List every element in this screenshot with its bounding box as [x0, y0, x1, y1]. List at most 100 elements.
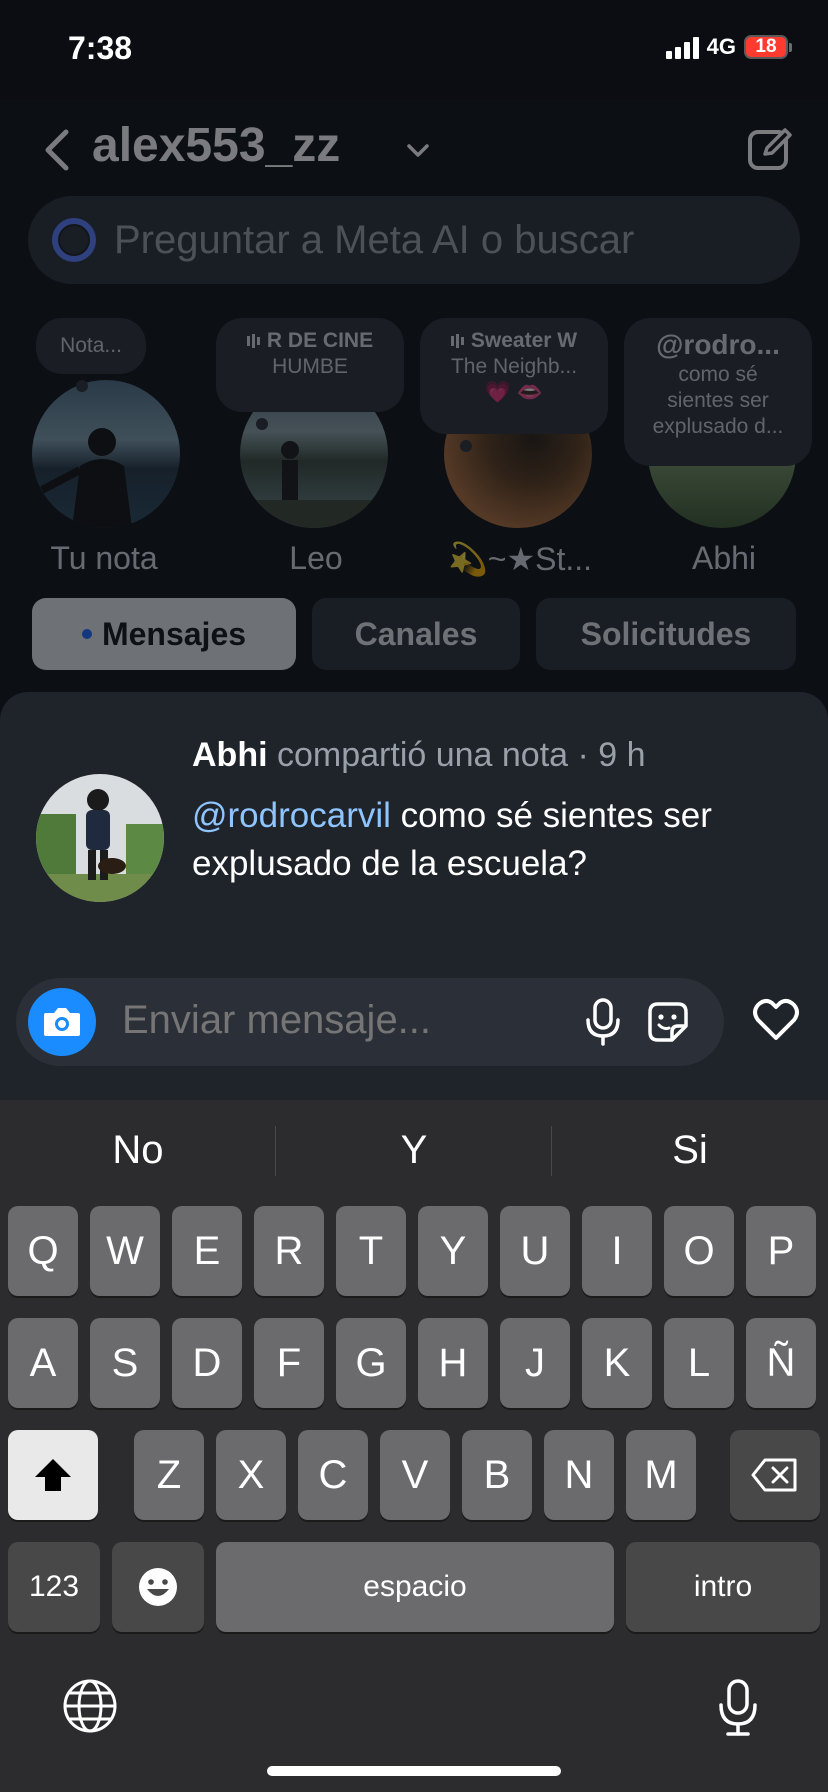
emoji-key[interactable] [112, 1542, 204, 1632]
note-body: @rodrocarvil como sé sientes ser explusa… [192, 792, 802, 888]
key-f[interactable]: F [254, 1318, 324, 1408]
key-d[interactable]: D [172, 1318, 242, 1408]
network-type: 4G [706, 34, 736, 59]
music-bars-icon [450, 334, 464, 349]
key-g[interactable]: G [336, 1318, 406, 1408]
note-author[interactable]: Abhi [192, 736, 268, 774]
key-z[interactable]: Z [134, 1430, 204, 1520]
note-label: Tu nota [50, 540, 158, 576]
message-composer [16, 978, 724, 1066]
note-label: Leo [289, 540, 343, 576]
suggestion-item[interactable]: Si [552, 1128, 828, 1173]
chevron-down-icon[interactable] [405, 138, 431, 164]
key-l[interactable]: L [664, 1318, 734, 1408]
status-right: 4G 18 [665, 34, 792, 60]
emoji-icon [139, 1568, 177, 1606]
compose-icon[interactable] [745, 124, 795, 174]
key-w[interactable]: W [90, 1206, 160, 1296]
note-emoji: 💗 👄 [484, 381, 544, 404]
key-b[interactable]: B [462, 1430, 532, 1520]
notes-row: Nota... Tu nota R DE CINE HUMBE Leo Swea… [0, 310, 828, 610]
microphone-icon[interactable] [578, 996, 628, 1048]
inbox-tabs: Mensajes Canales Solicitudes [0, 598, 828, 670]
tab-label: Mensajes [101, 615, 247, 652]
account-username[interactable]: alex553_zz [92, 118, 340, 173]
backspace-icon [751, 1458, 797, 1492]
note-meta: Abhi compartió una nota · 9 h [192, 736, 646, 775]
tab-channels[interactable]: Canales [312, 598, 520, 670]
note-item-self[interactable]: Nota... Tu nota [8, 310, 198, 600]
numbers-key[interactable]: 123 [8, 1542, 100, 1632]
camera-button[interactable] [28, 988, 96, 1056]
note-song-artist: HUMBE [272, 355, 348, 378]
note-card: Abhi compartió una nota · 9 h @rodrocarv… [0, 692, 828, 952]
note-text-line: explusado d... [652, 415, 784, 438]
key-x[interactable]: X [216, 1430, 286, 1520]
key-y[interactable]: Y [418, 1206, 488, 1296]
key-o[interactable]: O [664, 1206, 734, 1296]
message-input[interactable] [122, 998, 562, 1043]
key-u[interactable]: U [500, 1206, 570, 1296]
space-key[interactable]: espacio [216, 1542, 614, 1632]
key-r[interactable]: R [254, 1206, 324, 1296]
delete-key[interactable] [730, 1430, 820, 1520]
heart-icon[interactable] [750, 994, 802, 1046]
note-bubble-text: Nota... [60, 334, 122, 357]
key-q[interactable]: Q [8, 1206, 78, 1296]
key-a[interactable]: A [8, 1318, 78, 1408]
note-mention: @rodro... [656, 329, 780, 360]
search-bar[interactable]: Preguntar a Meta AI o buscar [28, 196, 800, 284]
key-n[interactable]: N [544, 1430, 614, 1520]
meta-ai-icon [52, 218, 96, 262]
avatar [32, 380, 180, 528]
search-placeholder: Preguntar a Meta AI o buscar [114, 218, 635, 262]
note-meta-text: compartió una nota · 9 h [277, 736, 646, 774]
signal-icon [665, 35, 699, 59]
note-mention-link[interactable]: @rodrocarvil [192, 796, 391, 835]
note-song-title: R DE CINE [266, 329, 374, 352]
note-label: Abhi [691, 540, 757, 576]
note-text-line: como sé [678, 363, 758, 386]
key-v[interactable]: V [380, 1430, 450, 1520]
key-k[interactable]: K [582, 1318, 652, 1408]
return-key[interactable]: intro [626, 1542, 820, 1632]
note-bubble: Nota... [36, 318, 146, 392]
note-item-leo[interactable]: R DE CINE HUMBE Leo [216, 310, 406, 600]
key-j[interactable]: J [500, 1318, 570, 1408]
key-s[interactable]: S [90, 1318, 160, 1408]
author-avatar[interactable] [36, 774, 164, 902]
key-e[interactable]: E [172, 1206, 242, 1296]
back-chevron-icon[interactable] [40, 126, 76, 174]
inbox-header: alex553_zz [0, 100, 828, 200]
note-song-artist: The Neighb... [450, 355, 578, 378]
key-h[interactable]: H [418, 1318, 488, 1408]
globe-icon[interactable] [62, 1678, 118, 1734]
shift-key[interactable] [8, 1430, 98, 1520]
key-p[interactable]: P [746, 1206, 816, 1296]
note-bubble: Sweater W The Neighb... 💗 👄 [420, 318, 608, 452]
tab-messages[interactable]: Mensajes [32, 598, 296, 670]
note-item-st[interactable]: Sweater W The Neighb... 💗 👄 💫~★St... [420, 310, 610, 600]
shift-arrow-icon [35, 1459, 71, 1491]
note-song-title: Sweater W [470, 329, 578, 352]
note-item-abhi[interactable]: @rodro... como sé sientes ser explusado … [624, 310, 814, 600]
tab-label: Canales [354, 615, 478, 652]
sticker-icon[interactable] [644, 998, 692, 1046]
suggestion-item[interactable]: No [0, 1128, 276, 1173]
keyboard-suggestions: No Y Si [0, 1100, 828, 1198]
status-time: 7:38 [68, 30, 133, 66]
camera-icon [44, 1008, 80, 1036]
key-i[interactable]: I [582, 1206, 652, 1296]
key-t[interactable]: T [336, 1206, 406, 1296]
unread-dot [81, 629, 92, 639]
music-bars-icon [246, 334, 260, 349]
suggestion-item[interactable]: Y [276, 1128, 552, 1173]
key-m[interactable]: M [626, 1430, 696, 1520]
key-c[interactable]: C [298, 1430, 368, 1520]
status-bar: 7:38 4G 18 [0, 0, 828, 100]
note-bubble: @rodro... como sé sientes ser explusado … [624, 318, 812, 466]
tab-requests[interactable]: Solicitudes [536, 598, 796, 670]
key-ñ[interactable]: Ñ [746, 1318, 816, 1408]
keyboard: No Y Si QWERTYUIOP ASDFGHJKLÑ ZXCVBNM 12… [0, 1100, 828, 1792]
dictation-microphone-icon[interactable] [716, 1678, 760, 1738]
